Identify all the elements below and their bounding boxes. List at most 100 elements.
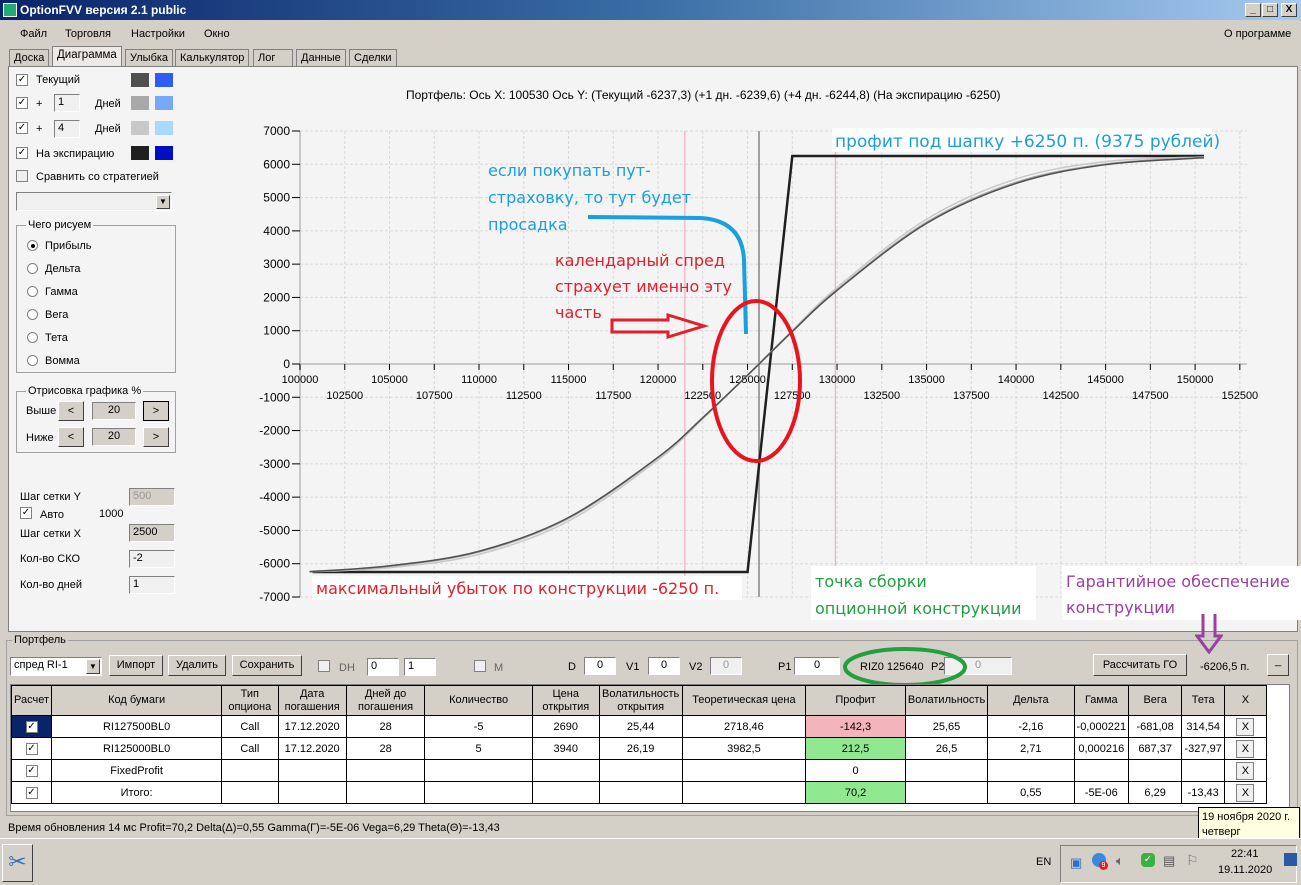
clock-time[interactable]: 22:41 — [1231, 848, 1259, 860]
plus4-color-swatch[interactable] — [131, 121, 149, 135]
menu-trade[interactable]: Торговля — [65, 28, 111, 40]
calc-cell[interactable]: ✓ — [11, 781, 52, 804]
menu-file[interactable]: Файл — [20, 28, 47, 40]
calc-cell[interactable]: ✓ — [11, 737, 52, 760]
column-header[interactable]: X — [1224, 685, 1267, 716]
expiry-color-swatch-alt[interactable] — [155, 146, 173, 160]
current-color-swatch-alt[interactable] — [155, 73, 173, 87]
table-cell: 28 — [345, 737, 426, 760]
remove-row-button[interactable]: X — [1236, 717, 1255, 736]
column-header[interactable]: Тип опциона — [221, 685, 279, 716]
calc-cell[interactable]: ✓ — [11, 715, 52, 738]
sko-input[interactable]: -2 — [129, 550, 175, 568]
show-desktop-icon[interactable] — [1284, 853, 1297, 866]
maximize-button[interactable]: □ — [1262, 3, 1278, 17]
table-cell: 25,44 — [598, 715, 683, 738]
v2-input[interactable]: 0 — [710, 657, 742, 675]
plus1-color-swatch-alt[interactable] — [155, 96, 173, 110]
expiry-checkbox[interactable]: ✓ — [16, 147, 28, 159]
radio-3[interactable] — [27, 309, 38, 320]
column-header[interactable]: Волатильность открытия — [598, 685, 683, 716]
column-header[interactable]: Теоретическая цена — [681, 685, 807, 716]
grid-x-input[interactable]: 2500 — [129, 524, 175, 542]
column-header[interactable]: Гамма — [1073, 685, 1130, 716]
dh-checkbox[interactable] — [318, 660, 330, 672]
p1-input[interactable]: 0 — [794, 657, 840, 675]
current-color-swatch[interactable] — [131, 73, 149, 87]
column-header[interactable]: Волатильность — [904, 685, 989, 716]
plus1-color-swatch[interactable] — [131, 96, 149, 110]
snipping-tool-icon[interactable]: ✂ — [2, 844, 33, 882]
v1-input[interactable]: 0 — [648, 657, 680, 675]
radio-4[interactable] — [27, 332, 38, 343]
below-decrease-button[interactable]: < — [58, 427, 84, 447]
language-indicator[interactable]: EN — [1036, 856, 1051, 868]
antivirus-check-icon[interactable]: ✓ — [1141, 853, 1155, 867]
tab-calculator[interactable]: Калькулятор — [175, 49, 250, 67]
column-header[interactable]: Профит — [805, 685, 906, 716]
clock-date[interactable]: 19.11.2020 — [1218, 864, 1272, 876]
close-button[interactable]: X — [1281, 3, 1297, 17]
spin1-input[interactable]: 0 — [367, 658, 399, 676]
save-button[interactable]: Сохранить — [232, 655, 302, 676]
chevron-down-icon[interactable]: ▼ — [156, 195, 170, 209]
column-header[interactable]: Дельта — [987, 685, 1075, 716]
plus4-color-swatch-alt[interactable] — [155, 121, 173, 135]
tab-smile[interactable]: Улыбка — [125, 49, 174, 67]
remove-row-button[interactable]: X — [1236, 783, 1255, 802]
column-header[interactable]: Дата погашения — [277, 685, 347, 716]
calc-go-button[interactable]: Рассчитать ГО — [1093, 654, 1187, 676]
above-increase-button[interactable]: > — [143, 401, 169, 421]
menu-about[interactable]: О программе — [1224, 28, 1291, 40]
table-cell: 28 — [345, 715, 426, 738]
radio-1[interactable] — [27, 263, 38, 274]
plus1-checkbox[interactable]: ✓ — [16, 97, 28, 109]
below-label: Ниже — [26, 432, 54, 444]
chevron-down-icon[interactable]: ▼ — [86, 659, 100, 674]
column-header[interactable]: Вега — [1128, 685, 1183, 716]
column-header[interactable]: Код бумаги — [50, 685, 223, 716]
remove-row-button[interactable]: X — [1236, 739, 1255, 758]
tab-board[interactable]: Доска — [9, 49, 50, 67]
tab-log[interactable]: Лог — [253, 49, 293, 67]
menu-settings[interactable]: Настройки — [131, 28, 185, 40]
calc-cell[interactable]: ✓ — [11, 759, 52, 782]
current-checkbox[interactable]: ✓ — [16, 74, 28, 86]
grid-y-input[interactable]: 500 — [129, 488, 175, 506]
delete-button[interactable]: Удалить — [168, 655, 226, 676]
spin2-input[interactable]: 1 — [404, 658, 436, 676]
tab-deals[interactable]: Сделки — [349, 49, 397, 67]
collapse-button[interactable]: _ — [1267, 654, 1289, 676]
menu-window[interactable]: Окно — [204, 28, 230, 40]
column-header[interactable]: Дней до погашения — [345, 685, 426, 716]
plus4-checkbox[interactable]: ✓ — [16, 122, 28, 134]
network-app-icon[interactable]: ▣ — [1070, 855, 1082, 871]
plus1-days-input[interactable]: 1 — [54, 94, 80, 112]
column-header[interactable]: Количество — [424, 685, 533, 716]
expiry-color-swatch[interactable] — [131, 146, 149, 160]
auto-checkbox[interactable]: ✓ — [20, 507, 32, 519]
minimize-button[interactable]: _ — [1245, 3, 1261, 17]
column-header[interactable]: Цена открытия — [531, 685, 600, 716]
plus4-days-input[interactable]: 4 — [54, 120, 80, 138]
column-header[interactable]: Тета — [1181, 685, 1226, 716]
tab-diagram[interactable]: Диаграмма — [52, 46, 122, 67]
remove-row-button[interactable]: X — [1236, 761, 1255, 780]
radio-0[interactable] — [27, 240, 38, 251]
import-button[interactable]: Импорт — [109, 655, 163, 676]
radio-2[interactable] — [27, 286, 38, 297]
flag-icon[interactable]: ⚐ — [1186, 852, 1199, 869]
column-header[interactable]: Расчет — [11, 685, 52, 716]
tab-data[interactable]: Данные — [296, 49, 346, 67]
days-input[interactable]: 1 — [129, 576, 175, 594]
above-decrease-button[interactable]: < — [58, 401, 84, 421]
radio-5[interactable] — [27, 355, 38, 366]
below-increase-button[interactable]: > — [143, 427, 169, 447]
compare-checkbox[interactable] — [16, 170, 28, 182]
d-input[interactable]: 0 — [584, 657, 616, 675]
strategy-select[interactable] — [16, 192, 172, 211]
plus1-unit: Дней — [95, 98, 121, 110]
m-checkbox[interactable] — [474, 660, 486, 672]
volume-icon[interactable]: 🔈︎ — [1116, 853, 1124, 869]
network-icon[interactable]: ▤ — [1163, 853, 1175, 869]
